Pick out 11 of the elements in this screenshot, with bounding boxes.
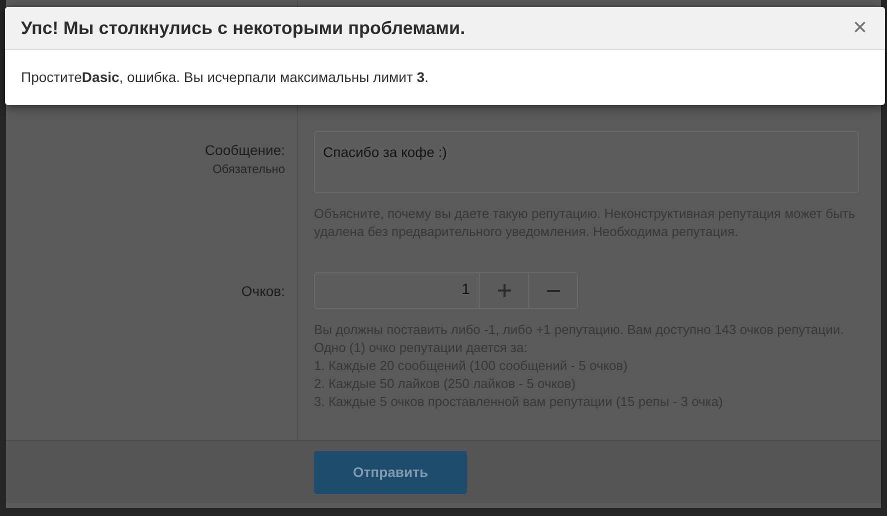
dialog-title: Упс! Мы столкнулись с некоторыми проблемами. <box>21 16 466 40</box>
minus-icon <box>546 290 560 292</box>
field-label: Очков: <box>241 282 285 300</box>
plus-icon <box>498 284 510 297</box>
error-message: ПроститеDasic, ошибка. Вы исчерпали максимальны лимит 3. <box>21 68 428 87</box>
message-field[interactable]: Спасибо за кофе :) <box>314 131 859 193</box>
increment-button[interactable] <box>480 272 529 309</box>
points-field[interactable]: 1 <box>314 272 480 309</box>
field-label: Сообщение: <box>204 141 285 159</box>
submit-button[interactable]: Отправить <box>314 450 467 494</box>
close-button[interactable]: × <box>852 16 867 40</box>
